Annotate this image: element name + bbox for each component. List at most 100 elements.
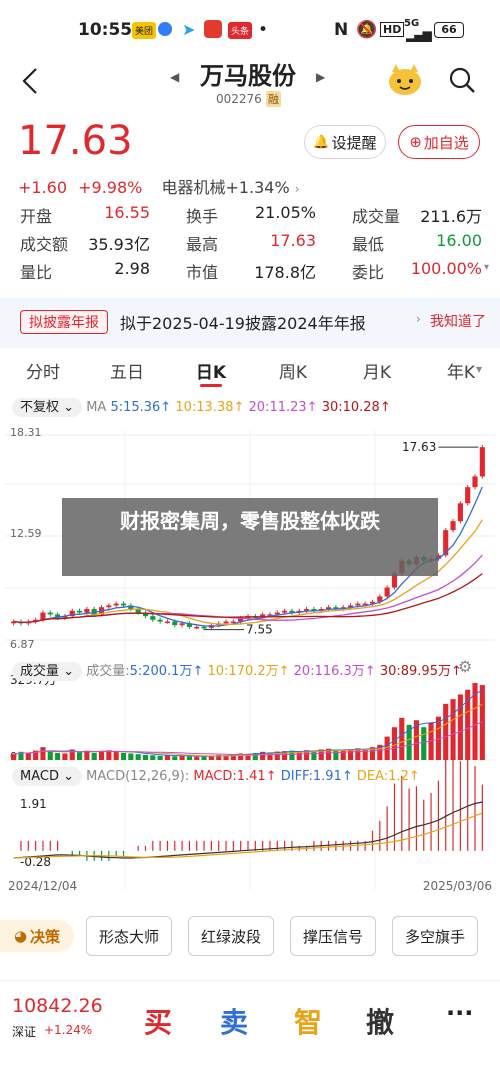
tab-more-icon[interactable]: ▾ <box>476 362 482 376</box>
kline-chart[interactable]: 18.3112.596.8717.637.55329.7万01.91-0.282… <box>0 390 500 900</box>
add-watchlist-label: 加自选 <box>423 133 469 152</box>
stats-row: 量比 2.98 市值 178.8亿 委比 100.00% <box>20 259 482 287</box>
y-tick-label: 18.31 <box>10 426 42 439</box>
chevron-right-icon: › <box>294 182 300 196</box>
volume-selector-label: 成交量 <box>20 664 60 679</box>
tool-button-1[interactable]: 红绿波段 <box>188 916 274 956</box>
candle <box>84 608 90 613</box>
stat-value: 178.8亿 <box>254 263 316 282</box>
volume-selector[interactable]: 成交量 ⌄ <box>12 662 83 681</box>
sector-change[interactable]: 电器机械+1.34% <box>161 178 289 197</box>
telegram-icon: ➤ <box>182 20 196 39</box>
cloud-app-icon <box>158 22 172 36</box>
tab-1[interactable]: 五日 <box>102 358 152 383</box>
candle <box>77 610 83 613</box>
announcement-text: 拟于2025-04-19披露2024年年报 <box>120 314 366 333</box>
y-tick-label: 6.87 <box>10 638 35 651</box>
tool-button-3[interactable]: 多空旗手 <box>392 916 478 956</box>
news-overlay[interactable]: 财报密集周，零售股整体收跌 <box>62 498 438 576</box>
volume-bar <box>55 752 61 760</box>
candle <box>201 626 207 629</box>
candle <box>194 626 200 629</box>
stat-label: 量比 <box>20 263 53 282</box>
candle <box>479 447 485 477</box>
decision-icon: ◕ <box>13 927 28 945</box>
volume-bar <box>98 751 105 760</box>
candle <box>40 612 46 620</box>
clock: 10:55 <box>78 20 133 40</box>
volume-bar <box>311 751 317 760</box>
candle <box>282 610 288 613</box>
action-button-2[interactable]: 智 <box>278 1001 338 1041</box>
volume-bar <box>135 754 141 760</box>
decision-button[interactable]: ◕ 决策 <box>0 920 74 952</box>
decision-label: 决策 <box>30 927 61 946</box>
macd-selector-label: MACD <box>20 769 59 784</box>
candle <box>113 603 119 606</box>
candle <box>384 587 390 597</box>
volume-legend: 成交量 ⌄ 成交量:5:200.1万↑ 10:170.2万↑ 20:116.3万… <box>12 660 462 681</box>
dea-line <box>13 812 483 859</box>
stat-label: 换手 <box>186 207 219 226</box>
status-bar: 10:55 美团 ➤ 头条 • N 🔕 HD 5G ▂▄▆ 66 <box>0 0 500 60</box>
settings-icon[interactable]: ⚙ <box>458 657 472 676</box>
macd-value: MACD:1.41↑ <box>193 769 277 784</box>
back-arrow-icon[interactable] <box>18 66 42 96</box>
ma-legend: 不复权 ⌄ MA 5:15.36↑ 10:13.38↑ 20:11.23↑ 30… <box>12 396 391 417</box>
volume-bar <box>340 749 346 760</box>
announcement-banner[interactable]: 拟披露年报 拟于2025-04-19披露2024年年报 › 我知道了 <box>0 298 500 348</box>
action-button-1[interactable]: 卖 <box>204 1001 264 1041</box>
macd-params: MACD(12,26,9): <box>86 769 190 784</box>
candle <box>355 603 361 606</box>
tab-4[interactable]: 月K <box>352 358 402 383</box>
meituan-app-icon: 美团 <box>132 22 157 39</box>
index-value[interactable]: 10842.26 <box>12 995 103 1017</box>
volume-bar <box>186 756 192 760</box>
dismiss-button[interactable]: 我知道了 <box>430 311 486 331</box>
add-watchlist-button[interactable]: ⊕ 加自选 <box>398 125 480 159</box>
candle <box>47 612 53 615</box>
stat-label: 最高 <box>186 235 219 254</box>
announcement-tag: 拟披露年报 <box>20 310 108 334</box>
candle <box>172 621 178 626</box>
volume-bar <box>179 755 185 760</box>
set-alert-button[interactable]: 🔔 设提醒 <box>304 125 386 159</box>
volume-bar <box>77 752 83 760</box>
stat-value: 211.6万 <box>420 207 482 226</box>
vol5-value: 5:200.1万↑ <box>129 664 204 679</box>
search-icon[interactable] <box>448 66 476 94</box>
volume-bar <box>113 751 119 760</box>
volume-bar <box>391 727 398 760</box>
prev-stock-icon[interactable]: ◀ <box>170 70 179 84</box>
candle <box>150 616 156 620</box>
action-button-0[interactable]: 买 <box>128 1001 188 1041</box>
volume-bar <box>164 755 171 760</box>
candle <box>465 487 471 504</box>
action-button-3[interactable]: 撤 <box>350 1001 410 1041</box>
more-dot-icon: • <box>258 20 269 40</box>
stat-label: 成交额 <box>20 235 69 254</box>
toutiao-app-icon: 头条 <box>228 22 253 39</box>
tab-2[interactable]: 日K <box>186 358 236 383</box>
expand-stats-icon[interactable]: ▾ <box>484 262 489 273</box>
vol20-value: 20:116.3万↑ <box>293 664 376 679</box>
adjust-selector[interactable]: 不复权 ⌄ <box>12 398 83 417</box>
macd-tick-label: 1.91 <box>20 797 47 811</box>
stock-name: 万马股份 <box>200 62 296 90</box>
macd-legend: MACD ⌄ MACD(12,26,9): MACD:1.41↑ DIFF:1.… <box>12 767 420 786</box>
candle <box>164 621 171 624</box>
more-icon[interactable]: ··· <box>446 999 473 1027</box>
volume-bar <box>362 748 368 760</box>
ma30-value: 30:10.28↑ <box>321 400 391 415</box>
tool-button-2[interactable]: 撑压信号 <box>290 916 376 956</box>
next-stock-icon[interactable]: ▶ <box>316 70 325 84</box>
battery-icon: 66 <box>434 22 464 38</box>
tab-0[interactable]: 分时 <box>18 358 68 383</box>
tool-button-0[interactable]: 形态大师 <box>86 916 172 956</box>
margin-badge: 融 <box>266 91 281 107</box>
tab-3[interactable]: 周K <box>268 358 318 383</box>
mascot-icon[interactable] <box>386 62 424 98</box>
stat-value: 16.00 <box>436 231 482 250</box>
macd-selector[interactable]: MACD ⌄ <box>12 767 82 786</box>
volume-bar <box>201 756 207 760</box>
